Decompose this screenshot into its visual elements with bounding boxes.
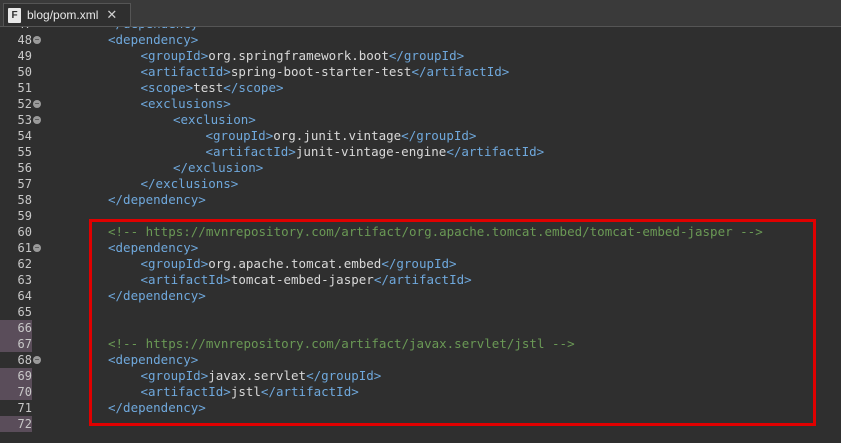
xml-tag: </dependency>	[108, 192, 206, 207]
close-icon[interactable]: ✕	[106, 7, 117, 23]
line-number: 61	[17, 241, 32, 255]
fold-toggle-icon[interactable]: −	[33, 356, 41, 364]
xml-tag: <groupId>	[205, 128, 274, 143]
code-line[interactable]: 54 <groupId>org.junit.vintage</groupId>	[0, 128, 841, 144]
xml-text: spring-boot-starter-test	[230, 64, 412, 79]
editor-tab-bar: F blog/pom.xml ✕	[0, 0, 841, 27]
tab-title: blog/pom.xml	[27, 8, 99, 22]
line-number: 72	[0, 416, 32, 432]
line-number: 58	[17, 193, 32, 207]
line-number: 67	[0, 336, 32, 352]
xml-tag: </scope>	[223, 80, 284, 95]
line-number: 49	[17, 49, 32, 63]
xml-text: test	[193, 80, 224, 95]
line-number: 50	[17, 65, 32, 79]
line-number: 70	[0, 384, 32, 400]
line-number: 63	[17, 273, 32, 287]
tab-pom-xml[interactable]: F blog/pom.xml ✕	[3, 3, 131, 26]
code-line[interactable]: 52− <exclusions>	[0, 96, 841, 112]
xml-text: junit-vintage-engine	[295, 144, 447, 159]
code-text: <artifactId>spring-boot-starter-test</ar…	[141, 64, 510, 80]
xml-tag: <groupId>	[140, 48, 209, 63]
line-number: 54	[17, 129, 32, 143]
code-text: <scope>test</scope>	[141, 80, 284, 96]
code-text: <groupId>org.junit.vintage</groupId>	[206, 128, 477, 144]
xml-file-icon: F	[8, 7, 21, 23]
xml-tag: </groupId>	[401, 128, 477, 143]
line-number: 55	[17, 145, 32, 159]
xml-tag: <exclusion>	[173, 112, 256, 127]
xml-text: org.junit.vintage	[273, 128, 402, 143]
code-line[interactable]: 50 <artifactId>spring-boot-starter-test</…	[0, 64, 841, 80]
code-text: </exclusion>	[173, 160, 263, 176]
xml-tag: <artifactId>	[140, 64, 231, 79]
line-number: 66	[0, 320, 32, 336]
line-number: 48	[17, 33, 32, 47]
line-number: 65	[17, 305, 32, 319]
code-line[interactable]: 49 <groupId>org.springframework.boot</gro…	[0, 48, 841, 64]
line-number: 59	[17, 209, 32, 223]
code-line[interactable]: 48− <dependency>	[0, 32, 841, 48]
line-number: 71	[17, 401, 32, 415]
xml-text: org.springframework.boot	[208, 48, 389, 63]
code-line[interactable]: 55 <artifactId>junit-vintage-engine</arti…	[0, 144, 841, 160]
code-line[interactable]: 58 </dependency>	[0, 192, 841, 208]
line-number: 51	[17, 81, 32, 95]
xml-tag: </artifactId>	[446, 144, 545, 159]
code-line[interactable]: 56 </exclusion>	[0, 160, 841, 176]
line-number: 53	[17, 113, 32, 127]
code-text: </exclusions>	[141, 176, 239, 192]
code-line[interactable]: 57 </exclusions>	[0, 176, 841, 192]
code-text: <exclusion>	[173, 112, 256, 128]
code-line[interactable]: 51 <scope>test</scope>	[0, 80, 841, 96]
code-text: <exclusions>	[141, 96, 231, 112]
fold-toggle-icon[interactable]: −	[33, 116, 41, 124]
xml-tag: <dependency>	[108, 32, 199, 47]
xml-tag: <artifactId>	[205, 144, 296, 159]
xml-tag: </groupId>	[388, 48, 465, 63]
line-number: 62	[17, 257, 32, 271]
fold-toggle-icon[interactable]: −	[33, 244, 41, 252]
line-number: 60	[17, 225, 32, 239]
code-line[interactable]: 53− <exclusion>	[0, 112, 841, 128]
code-text: <dependency>	[108, 32, 198, 48]
xml-tag: </exclusions>	[140, 176, 239, 191]
fold-toggle-icon[interactable]: −	[33, 36, 41, 44]
line-number: 69	[0, 368, 32, 384]
xml-tag: </artifactId>	[411, 64, 510, 79]
xml-tag: <scope>	[140, 80, 194, 95]
code-text: <artifactId>junit-vintage-engine</artifa…	[206, 144, 545, 160]
line-number: 56	[17, 161, 32, 175]
xml-tag: </dependency>	[108, 27, 206, 31]
code-text: </dependency>	[108, 192, 206, 208]
line-number: 57	[17, 177, 32, 191]
fold-toggle-icon[interactable]: −	[33, 100, 41, 108]
line-number: 52	[17, 97, 32, 111]
highlight-box	[89, 219, 816, 426]
xml-tag: </exclusion>	[173, 160, 264, 175]
line-number: 64	[17, 289, 32, 303]
xml-tag: <exclusions>	[140, 96, 231, 111]
line-number: 68	[17, 353, 32, 367]
code-text: <groupId>org.springframework.boot</group…	[141, 48, 465, 64]
